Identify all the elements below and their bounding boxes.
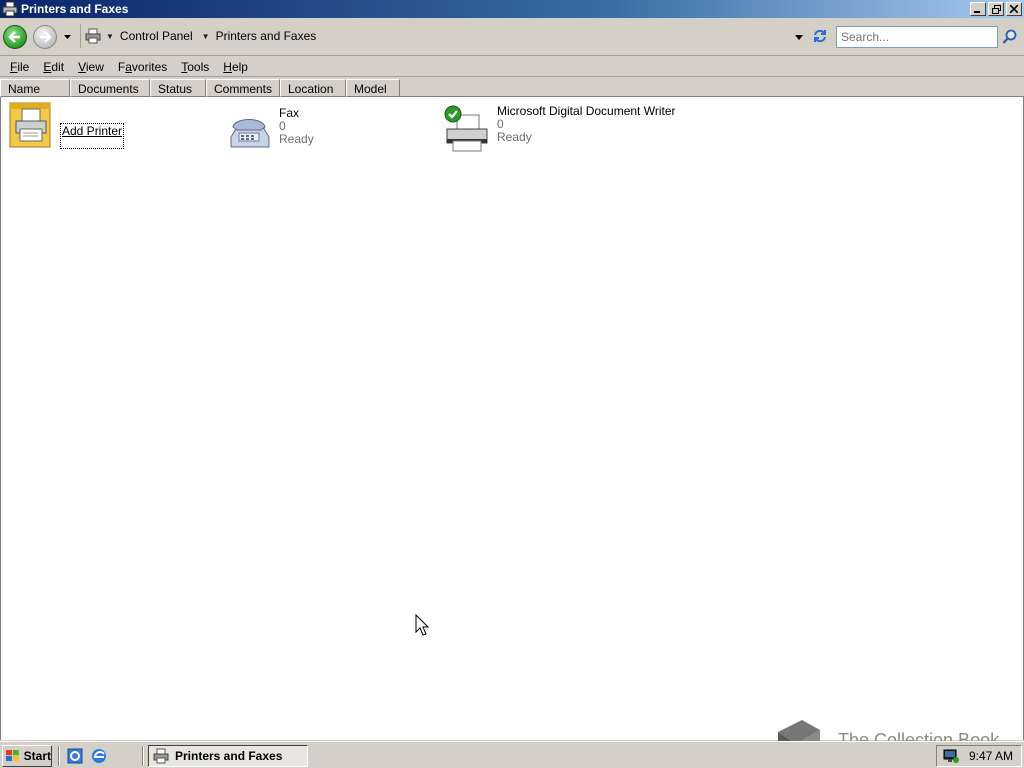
address-bar: ▼ Control Panel ▼ Printers and Faxes bbox=[0, 18, 1024, 56]
start-label: Start bbox=[23, 749, 51, 763]
fax-status: Ready bbox=[279, 132, 314, 146]
menu-favorites[interactable]: Favorites bbox=[112, 60, 173, 74]
address-dropdown-icon[interactable] bbox=[792, 32, 806, 42]
column-header-name[interactable]: Name bbox=[0, 79, 70, 97]
windows-logo-icon bbox=[6, 750, 19, 762]
printer-name: Microsoft Digital Document Writer bbox=[497, 104, 676, 118]
search-icon[interactable] bbox=[1002, 29, 1018, 45]
printer-icon bbox=[153, 748, 169, 764]
file-list-view[interactable]: Add Printer Fax 0 Ready Microsoft Digita… bbox=[0, 97, 1024, 740]
menu-bar: File Edit View Favorites Tools Help bbox=[0, 57, 1024, 77]
column-header-status[interactable]: Status bbox=[150, 79, 206, 97]
back-button[interactable] bbox=[3, 25, 27, 49]
menu-help[interactable]: Help bbox=[217, 60, 254, 74]
breadcrumb-control-panel[interactable]: Control Panel bbox=[120, 29, 193, 43]
minimize-icon bbox=[974, 11, 980, 13]
add-printer-icon bbox=[9, 102, 51, 148]
mouse-cursor-icon bbox=[415, 614, 429, 636]
default-check-icon bbox=[444, 105, 462, 123]
server-manager-icon[interactable] bbox=[66, 747, 84, 765]
menu-file[interactable]: File bbox=[4, 60, 35, 74]
network-icon[interactable] bbox=[943, 749, 959, 763]
breadcrumb-printers-and-faxes[interactable]: Printers and Faxes bbox=[216, 29, 317, 43]
printer-icon bbox=[85, 28, 101, 44]
back-arrow-icon bbox=[8, 31, 20, 43]
column-header-location[interactable]: Location bbox=[280, 79, 346, 97]
fax-icon bbox=[230, 119, 270, 148]
system-tray: 9:47 AM bbox=[936, 745, 1022, 767]
printer-item-mddw[interactable]: Microsoft Digital Document Writer 0 Read… bbox=[443, 105, 676, 153]
taskbar: Start Printers and Faxes 9:47 AM bbox=[0, 741, 1024, 768]
refresh-icon[interactable] bbox=[812, 28, 828, 44]
add-printer-label: Add Printer bbox=[60, 123, 125, 149]
menu-edit[interactable]: Edit bbox=[37, 60, 70, 74]
recent-pages-dropdown-icon[interactable] bbox=[63, 32, 72, 42]
taskbar-button-printers-and-faxes[interactable]: Printers and Faxes bbox=[148, 745, 308, 767]
column-header-bar: Name Documents Status Comments Location … bbox=[0, 79, 1024, 97]
taskbar-separator bbox=[58, 746, 60, 766]
menu-tools[interactable]: Tools bbox=[175, 60, 215, 74]
internet-explorer-icon[interactable] bbox=[90, 747, 108, 765]
chevron-down-icon[interactable]: ▼ bbox=[202, 32, 210, 41]
window-title-bar[interactable]: Printers and Faxes bbox=[0, 0, 1024, 18]
column-header-comments[interactable]: Comments bbox=[206, 79, 280, 97]
taskbar-button-label: Printers and Faxes bbox=[175, 749, 283, 763]
clock[interactable]: 9:47 AM bbox=[969, 749, 1013, 763]
menu-view[interactable]: View bbox=[72, 60, 110, 74]
breadcrumb: ▼ Control Panel ▼ Printers and Faxes bbox=[80, 24, 810, 48]
add-printer-item[interactable]: Add Printer bbox=[8, 101, 125, 149]
restore-button[interactable] bbox=[988, 2, 1004, 16]
column-header-documents[interactable]: Documents bbox=[70, 79, 150, 97]
start-button[interactable]: Start bbox=[2, 745, 52, 767]
forward-button[interactable] bbox=[33, 25, 57, 49]
taskbar-separator bbox=[142, 746, 144, 766]
window-title: Printers and Faxes bbox=[21, 2, 129, 16]
printer-icon bbox=[444, 105, 488, 152]
column-header-model[interactable]: Model bbox=[346, 79, 400, 97]
fax-item[interactable]: Fax 0 Ready bbox=[225, 107, 314, 155]
forward-arrow-icon bbox=[40, 31, 52, 43]
close-button[interactable] bbox=[1006, 2, 1022, 16]
chevron-down-icon[interactable]: ▼ bbox=[106, 32, 114, 41]
printer-icon bbox=[2, 1, 18, 17]
search-input[interactable] bbox=[836, 26, 998, 48]
printer-status: Ready bbox=[497, 130, 532, 144]
minimize-button[interactable] bbox=[970, 2, 986, 16]
restore-icon bbox=[991, 4, 1001, 14]
close-icon bbox=[1010, 5, 1018, 13]
